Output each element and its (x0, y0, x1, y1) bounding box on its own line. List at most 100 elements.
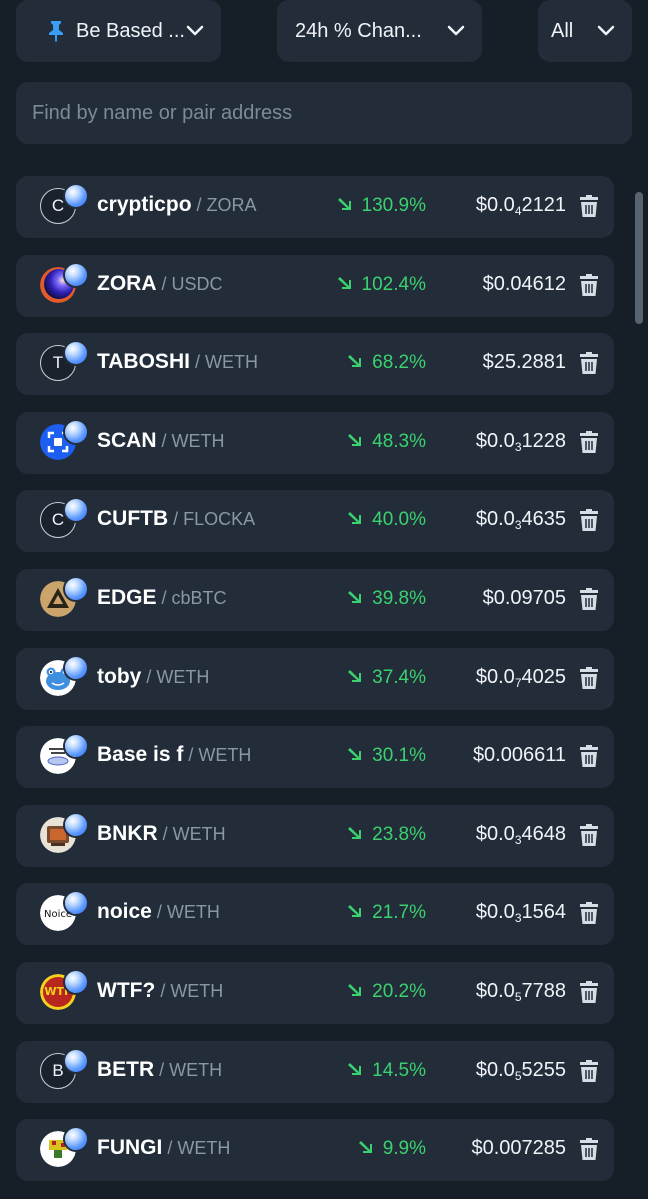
change-percent: 14.5% (372, 1059, 426, 1081)
token-row-5[interactable]: C CUFTB / FLOCKA 40.0% $0.034635 (16, 490, 614, 553)
token-price: $0.006611 (473, 744, 566, 768)
trash-icon[interactable] (580, 980, 598, 1008)
sort-label: 24h % Chan... (295, 19, 422, 42)
token-row-2[interactable]: ZORA / USDC 102.4% $0.04612 (16, 254, 614, 317)
price-main: $0.007285 (471, 1137, 566, 1160)
change-percent: 9.9% (382, 1138, 426, 1160)
token-name-pair: WTF? / WETH (97, 979, 223, 1003)
token-price: $0.055255 (476, 1059, 566, 1083)
token-row-13[interactable]: FUNGI / WETH 9.9% $0.007285 (16, 1119, 614, 1182)
trash-icon[interactable] (580, 352, 598, 379)
change-percent: 130.9% (361, 195, 426, 216)
token-name-pair: noice / WETH (97, 900, 220, 924)
scope-label: All (551, 19, 574, 42)
token-pair: / WETH (156, 430, 225, 451)
token-symbol: WTF? (97, 978, 156, 1002)
search-input[interactable] (16, 82, 632, 144)
token-price: $0.031564 (476, 901, 566, 925)
zora-badge-icon (65, 656, 87, 679)
scrollbar[interactable] (635, 192, 643, 324)
token-pair: / USDC (156, 273, 223, 294)
token-symbol: ZORA (97, 271, 157, 295)
trash-icon[interactable] (580, 1138, 598, 1165)
token-row-12[interactable]: B BETR / WETH 14.5% $0.055255 (16, 1040, 614, 1103)
token-name-pair: BNKR / WETH (97, 822, 226, 846)
price-main: $0.006611 (472, 744, 566, 767)
price-main: $0.09705 (482, 586, 566, 609)
token-row-3[interactable]: T TABOSHI / WETH 68.2% $25.2881 (16, 333, 614, 396)
token-pair: / cbBTC (156, 587, 227, 608)
trash-icon[interactable] (580, 666, 598, 694)
token-price: $0.04612 (483, 273, 566, 297)
token-row-4[interactable]: SCAN / WETH 48.3% $0.031228 (16, 411, 614, 474)
price-change: 102.4% (337, 274, 426, 296)
pinned-list-dropdown[interactable]: Be Based ... (16, 0, 221, 62)
price-zero-count: 5 (514, 989, 522, 1004)
trend-up-icon (347, 902, 362, 924)
trash-icon[interactable] (580, 430, 598, 458)
token-symbol: TABOSHI (97, 350, 190, 374)
token-name-pair: Base is f / WETH (97, 743, 251, 767)
trend-up-icon (358, 1138, 372, 1160)
price-change: 9.9% (358, 1138, 426, 1160)
price-digits: 1228 (521, 429, 567, 452)
price-change: 39.8% (347, 588, 426, 610)
price-digits: 4025 (521, 665, 567, 688)
token-pair: / WETH (189, 352, 258, 373)
price-main: $0.0 (475, 665, 515, 688)
token-symbol: FUNGI (97, 1136, 163, 1160)
price-main: $0.0 (475, 822, 515, 845)
token-price: $0.09705 (483, 587, 566, 611)
token-row-7[interactable]: toby / WETH 37.4% $0.074025 (16, 647, 614, 710)
token-name-pair: SCAN / WETH (97, 429, 225, 453)
trend-up-icon (347, 1060, 362, 1082)
trash-icon[interactable] (580, 902, 598, 929)
price-change: 20.2% (347, 981, 426, 1003)
token-pair: / FLOCKA (168, 509, 256, 530)
trash-icon[interactable] (580, 509, 598, 536)
trend-up-icon (347, 431, 362, 453)
price-zero-count: 3 (514, 911, 522, 926)
token-pair: / ZORA (191, 195, 257, 215)
trash-icon[interactable] (580, 1059, 598, 1087)
token-list: C crypticpo / ZORA 130.9% $0.042121 ZORA… (16, 176, 614, 1198)
scope-dropdown[interactable]: All (538, 0, 632, 62)
pinned-list-label: Be Based ... (76, 19, 185, 42)
sort-dropdown[interactable]: 24h % Chan... (277, 0, 482, 62)
price-digits: 1564 (521, 901, 567, 924)
token-price: $0.007285 (471, 1137, 566, 1161)
token-symbol: EDGE (97, 585, 157, 609)
trash-icon[interactable] (580, 273, 598, 301)
chevron-down-icon (446, 20, 466, 46)
zora-badge-icon (65, 735, 87, 758)
zora-badge-icon (65, 813, 87, 836)
token-row-11[interactable]: WTF WTF? / WETH 20.2% $0.057788 (16, 961, 614, 1024)
token-row-1[interactable]: C crypticpo / ZORA 130.9% $0.042121 (16, 176, 614, 238)
token-price: $0.074025 (476, 666, 566, 690)
change-percent: 68.2% (372, 352, 426, 374)
token-row-10[interactable]: Noice noice / WETH 21.7% $0.031564 (16, 883, 614, 946)
price-zero-count: 3 (514, 518, 522, 533)
trend-up-icon (337, 274, 351, 296)
token-symbol: BETR (97, 1057, 155, 1081)
trash-icon[interactable] (580, 195, 598, 222)
zora-badge-icon (65, 1128, 87, 1151)
token-row-6[interactable]: EDGE / cbBTC 39.8% $0.09705 (16, 568, 614, 631)
trash-icon[interactable] (580, 823, 598, 851)
change-percent: 39.8% (372, 587, 426, 609)
token-pair: / WETH (141, 666, 210, 687)
token-price: $0.031228 (476, 430, 566, 454)
token-price: $0.034635 (476, 508, 566, 532)
price-change: 30.1% (347, 745, 426, 767)
token-price: $25.2881 (483, 351, 566, 375)
trash-icon[interactable] (580, 745, 598, 772)
token-pair: / WETH (157, 823, 226, 844)
token-symbol: Base is f (97, 743, 184, 767)
zora-badge-icon (65, 970, 87, 993)
token-row-9[interactable]: BNKR / WETH 23.8% $0.034648 (16, 804, 614, 867)
change-percent: 21.7% (372, 902, 426, 924)
token-price: $0.034648 (476, 823, 566, 847)
trash-icon[interactable] (580, 587, 598, 615)
change-percent: 102.4% (361, 273, 426, 295)
token-row-8[interactable]: Base is f / WETH 30.1% $0.006611 (16, 726, 614, 789)
